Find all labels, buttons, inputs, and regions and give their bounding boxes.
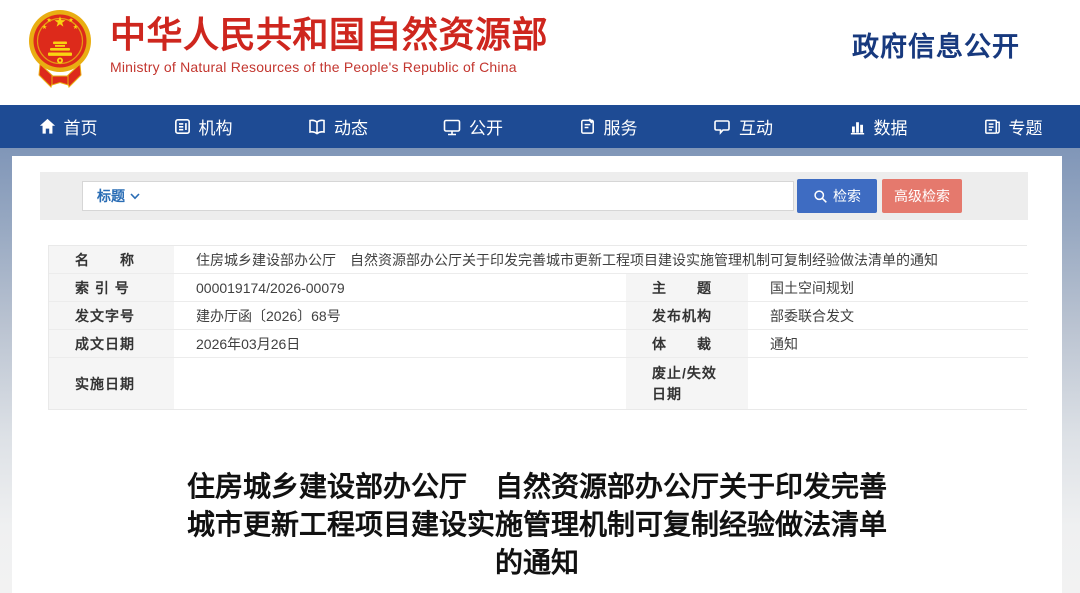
meta-label-genre: 体 裁 — [626, 330, 748, 358]
interaction-chat-icon — [712, 117, 732, 137]
meta-value-expiry — [748, 358, 1028, 409]
advanced-search-label: 高级检索 — [894, 186, 950, 206]
nav-item-home[interactable]: 首页 — [0, 105, 135, 148]
nav-label: 机构 — [199, 114, 233, 139]
nav-label: 首页 — [64, 114, 98, 139]
search-field-selector-label: 标题 — [97, 186, 125, 206]
site-header: 中华人民共和国自然资源部 Ministry of Natural Resourc… — [0, 0, 1080, 105]
meta-value-index: 000019174/2026-00079 — [174, 274, 626, 302]
nav-item-service[interactable]: 服务 — [540, 105, 675, 148]
meta-label-name: 名 称 — [49, 246, 174, 274]
nav-item-data[interactable]: 数据 — [810, 105, 945, 148]
gov-info-disclosure-link[interactable]: 政府信息公开 — [852, 25, 1020, 64]
search-input[interactable] — [148, 183, 793, 209]
org-subtitle: Ministry of Natural Resources of the Peo… — [110, 59, 548, 75]
document-meta-table: 名 称 住房城乡建设部办公厅 自然资源部办公厅关于印发完善城市更新工程项目建设实… — [48, 245, 1027, 410]
document-title: 住房城乡建设部办公厅 自然资源部办公厅关于印发完善城市更新工程项目建设实施管理机… — [179, 468, 895, 582]
news-book-icon — [307, 117, 327, 137]
site-logo[interactable] — [28, 8, 92, 92]
nav-item-disclosure[interactable]: 公开 — [405, 105, 540, 148]
meta-value-implementation — [174, 358, 626, 409]
nav-item-interaction[interactable]: 互动 — [675, 105, 810, 148]
meta-value-genre: 通知 — [748, 330, 1028, 358]
meta-label-implementation: 实施日期 — [49, 358, 174, 409]
nav-label: 服务 — [604, 114, 638, 139]
meta-value-agency: 部委联合发文 — [748, 302, 1028, 330]
data-chart-icon — [848, 117, 867, 136]
nav-label: 公开 — [469, 114, 503, 139]
search-field-selector[interactable]: 标题 — [97, 186, 140, 206]
meta-label-expiry-line1: 废止/失效 — [652, 363, 717, 384]
search-icon — [813, 189, 828, 204]
topics-newspaper-icon — [983, 117, 1002, 136]
nav-item-topics[interactable]: 专题 — [945, 105, 1080, 148]
nav-label: 互动 — [739, 114, 773, 139]
search-bar: 标题 检索 高级检索 — [40, 172, 1028, 220]
main-nav: 首页 机构 动态 公开 服务 互动 数据 专题 — [0, 105, 1080, 148]
meta-value-date: 2026年03月26日 — [174, 330, 626, 358]
nav-label: 专题 — [1009, 114, 1043, 139]
org-title-block: 中华人民共和国自然资源部 Ministry of Natural Resourc… — [110, 13, 548, 75]
nav-item-news[interactable]: 动态 — [270, 105, 405, 148]
service-document-icon — [578, 117, 597, 136]
org-title: 中华人民共和国自然资源部 — [110, 13, 548, 57]
meta-value-subject: 国土空间规划 — [748, 274, 1028, 302]
search-button[interactable]: 检索 — [797, 179, 877, 213]
meta-value-docnum: 建办厅函〔2026〕68号 — [174, 302, 626, 330]
nav-label: 动态 — [334, 114, 368, 139]
disclosure-monitor-icon — [442, 117, 462, 137]
meta-label-index: 索 引 号 — [49, 274, 174, 302]
home-icon — [38, 117, 57, 136]
search-box: 标题 — [82, 181, 794, 211]
content-panel: 标题 检索 高级检索 名 称 住房城乡建设部办公厅 自然资源部办公厅关于印发完善… — [12, 156, 1062, 593]
meta-label-expiry-line2: 日期 — [652, 384, 682, 405]
national-emblem-icon — [28, 8, 92, 92]
page-background: 标题 检索 高级检索 名 称 住房城乡建设部办公厅 自然资源部办公厅关于印发完善… — [0, 148, 1080, 593]
organization-icon — [173, 117, 192, 136]
nav-label: 数据 — [874, 114, 908, 139]
meta-value-name: 住房城乡建设部办公厅 自然资源部办公厅关于印发完善城市更新工程项目建设实施管理机… — [174, 246, 1028, 274]
meta-label-date: 成文日期 — [49, 330, 174, 358]
nav-item-organization[interactable]: 机构 — [135, 105, 270, 148]
meta-label-agency: 发布机构 — [626, 302, 748, 330]
search-button-label: 检索 — [833, 186, 861, 206]
meta-label-expiry: 废止/失效 日期 — [626, 358, 748, 409]
advanced-search-button[interactable]: 高级检索 — [882, 179, 962, 213]
meta-label-subject: 主 题 — [626, 274, 748, 302]
meta-label-docnum: 发文字号 — [49, 302, 174, 330]
chevron-down-icon — [130, 193, 140, 200]
